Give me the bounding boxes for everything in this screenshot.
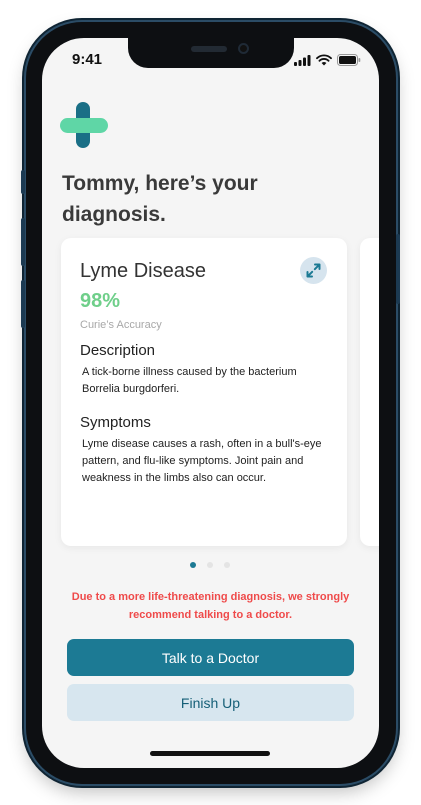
symptoms-heading: Symptoms (80, 414, 151, 431)
mute-switch (21, 170, 25, 194)
camera (238, 43, 249, 54)
warning-message: Due to a more life-threatening diagnosis… (71, 591, 350, 621)
description-heading: Description (80, 342, 156, 359)
page-dot-3[interactable] (224, 562, 230, 568)
medical-cross-icon (60, 102, 108, 148)
talk-to-doctor-button[interactable]: Talk to a Doctor (67, 639, 354, 676)
accuracy-value: 98% (80, 290, 121, 312)
symptoms-text: Lyme disease causes a rash, often in a b… (82, 438, 322, 484)
disease-name: Lyme Disease (80, 260, 206, 282)
volume-down-button (21, 280, 25, 328)
pagination-dots (190, 562, 230, 568)
power-button (396, 234, 400, 304)
status-time: 9:41 (72, 51, 103, 68)
status-icons (294, 54, 361, 66)
page-title: Tommy, here’s your diagnosis. (62, 172, 258, 226)
notch (128, 38, 294, 68)
battery-icon (337, 54, 361, 66)
volume-up-button (21, 218, 25, 266)
accuracy-label: Curie’s Accuracy (80, 319, 162, 331)
description-text: A tick-borne illness caused by the bacte… (82, 366, 297, 395)
expand-button[interactable] (300, 257, 327, 284)
app-screen: 9:41 Tommy, here’s your diagnosis. Lyme … (42, 38, 379, 768)
diagnosis-card[interactable]: Lyme Disease 98% Curie’s Accuracy Descri… (61, 238, 347, 546)
home-indicator[interactable] (150, 751, 270, 756)
next-diagnosis-card[interactable] (360, 238, 379, 546)
speaker (191, 46, 227, 52)
wifi-icon (316, 54, 332, 66)
expand-icon (306, 263, 321, 278)
page-dot-1[interactable] (190, 562, 196, 568)
finish-up-button[interactable]: Finish Up (67, 684, 354, 721)
signal-icon (294, 54, 311, 66)
page-dot-2[interactable] (207, 562, 213, 568)
